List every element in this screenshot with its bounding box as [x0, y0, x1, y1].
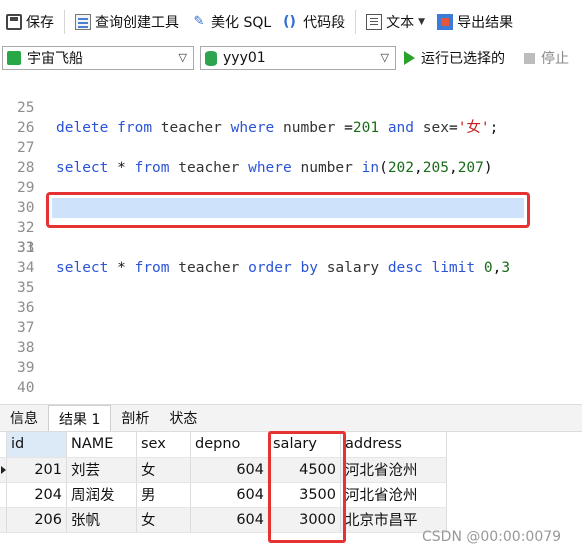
- watermark: CSDN @00:00:0079: [422, 529, 562, 545]
- connection-name: 宇宙飞船: [27, 51, 83, 67]
- annotation-box-salary: [268, 431, 346, 543]
- cell-id[interactable]: 206: [6, 507, 67, 533]
- code-snippet-button[interactable]: () 代码段: [277, 8, 351, 36]
- save-button[interactable]: 保存: [0, 8, 60, 36]
- beautify-icon: ✎: [193, 14, 205, 29]
- beautify-sql-button[interactable]: ✎ 美化 SQL: [185, 8, 277, 36]
- line-number: 37: [17, 320, 35, 336]
- cell-sex[interactable]: 女: [136, 457, 191, 483]
- cell-depno[interactable]: 604: [190, 482, 269, 508]
- code-snippet-icon: (): [283, 14, 296, 30]
- line-number: 40: [17, 380, 35, 396]
- database-name: yyy01: [223, 50, 266, 66]
- code-line: 36: [0, 298, 582, 318]
- chevron-down-icon: ▽: [178, 51, 187, 64]
- sql-editor[interactable]: 25 delete from teacher where number =201…: [0, 74, 582, 404]
- stop-label: 停止: [541, 51, 569, 67]
- column-header-depno[interactable]: depno: [190, 432, 269, 458]
- table-row[interactable]: 204 周润发 男 604 3500 河北省沧州: [0, 482, 447, 508]
- database-icon: [205, 50, 217, 66]
- code-snippet-label: 代码段: [303, 15, 346, 31]
- run-selected-label: 运行已选择的: [421, 51, 505, 67]
- column-header-id[interactable]: id: [6, 432, 67, 458]
- text-icon: [366, 14, 383, 30]
- code-line: 39: [0, 358, 582, 378]
- cell-name[interactable]: 周润发: [66, 482, 137, 508]
- query-builder-button[interactable]: 查询创建工具: [69, 8, 185, 36]
- line-number: 32: [17, 220, 35, 236]
- tab-profile[interactable]: 剖析: [111, 405, 159, 431]
- code-line: 27 select * from teacher where number in…: [0, 118, 582, 176]
- cell-id[interactable]: 204: [6, 482, 67, 508]
- cell-id[interactable]: 201: [6, 457, 67, 483]
- export-result-button[interactable]: 导出结果: [431, 8, 519, 36]
- cell-name[interactable]: 张帆: [66, 507, 137, 533]
- cell-address[interactable]: 河北省沧州: [340, 482, 447, 508]
- tab-status[interactable]: 状态: [159, 405, 207, 431]
- code-line: 29 update teacher set name='马云' where nu…: [0, 158, 582, 216]
- table-header-row: id NAME sex depno salary address: [0, 432, 447, 458]
- export-result-label: 导出结果: [457, 15, 514, 31]
- code-line: 40: [0, 378, 582, 398]
- code-line: 34: [0, 258, 582, 278]
- query-builder-label: 查询创建工具: [95, 15, 179, 31]
- table-row[interactable]: 206 张帆 女 604 3000 北京市昌平: [0, 507, 447, 533]
- column-header-sex[interactable]: sex: [136, 432, 191, 458]
- chevron-down-icon: ▽: [380, 51, 389, 64]
- run-selected-button[interactable]: 运行已选择的: [404, 46, 505, 70]
- code-line: 28: [0, 138, 582, 176]
- result-table: id NAME sex depno salary address 201 刘芸 …: [0, 432, 447, 533]
- stop-button[interactable]: 停止: [524, 46, 569, 70]
- connection-bar: 宇宙飞船 ▽ yyy01 ▽ 运行已选择的 停止: [0, 44, 582, 72]
- connection-icon: [7, 51, 21, 65]
- current-row-arrow-icon: [1, 465, 6, 474]
- line-number: 35: [17, 280, 35, 296]
- stop-icon: [524, 52, 535, 64]
- line-number: 38: [17, 340, 35, 356]
- beautify-sql-label: 美化 SQL: [211, 15, 272, 31]
- toolbar-separator: [64, 10, 65, 34]
- result-tabs: 信息 结果 1 剖析 状态: [0, 404, 582, 432]
- cell-address[interactable]: 河北省沧州: [340, 457, 447, 483]
- cell-depno[interactable]: 604: [190, 457, 269, 483]
- cell-sex[interactable]: 女: [136, 507, 191, 533]
- play-icon: [404, 51, 415, 65]
- toolbar: 保存 查询创建工具 ✎ 美化 SQL () 代码段 文本 ▼ 导出结果: [0, 0, 582, 44]
- line-number: 33: [17, 240, 35, 256]
- save-label: 保存: [26, 15, 54, 31]
- connection-select[interactable]: 宇宙飞船 ▽: [2, 46, 194, 70]
- annotation-box-query: [46, 192, 530, 228]
- line-number: 34: [17, 260, 35, 276]
- line-number: 36: [17, 300, 35, 316]
- text-label: 文本: [386, 15, 415, 31]
- column-header-name[interactable]: NAME: [66, 432, 137, 458]
- tab-result-1[interactable]: 结果 1: [48, 405, 112, 431]
- cell-sex[interactable]: 男: [136, 482, 191, 508]
- dropdown-caret-icon: ▼: [418, 17, 426, 27]
- code-line: 25 delete from teacher where number =201…: [0, 78, 582, 136]
- code-line: 35: [0, 278, 582, 298]
- column-header-address[interactable]: address: [340, 432, 447, 458]
- tab-info[interactable]: 信息: [0, 405, 48, 431]
- table-row[interactable]: 201 刘芸 女 604 4500 河北省沧州: [0, 457, 447, 483]
- code-line: 37: [0, 318, 582, 338]
- export-icon: [437, 14, 454, 30]
- cell-depno[interactable]: 604: [190, 507, 269, 533]
- save-icon: [6, 14, 22, 30]
- cell-name[interactable]: 刘芸: [66, 457, 137, 483]
- line-number: 39: [17, 360, 35, 376]
- code-line: 33: [0, 238, 582, 258]
- text-menu-button[interactable]: 文本 ▼: [360, 8, 431, 36]
- toolbar-separator: [355, 10, 357, 34]
- query-builder-icon: [75, 14, 91, 30]
- code-line: 38: [0, 338, 582, 358]
- database-select[interactable]: yyy01 ▽: [200, 46, 396, 70]
- code-line: 26: [0, 98, 582, 136]
